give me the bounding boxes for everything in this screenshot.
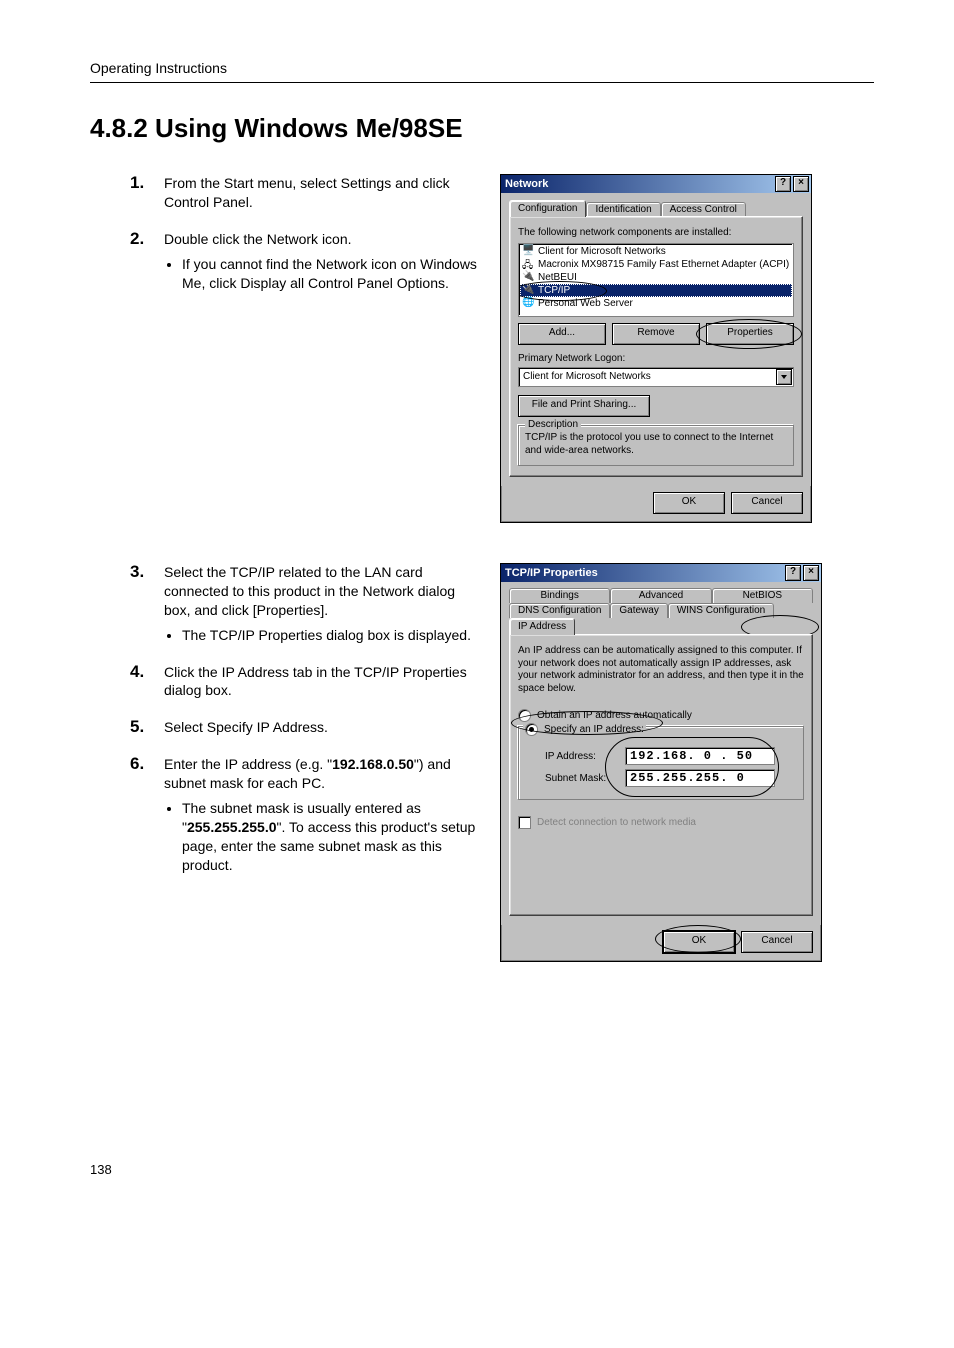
step-text: Select Specify IP Address. xyxy=(164,719,328,735)
cancel-button[interactable]: Cancel xyxy=(741,931,813,953)
page-header: Operating Instructions xyxy=(90,60,874,83)
tcpip-titlebar: TCP/IP Properties ? × xyxy=(501,564,821,582)
components-prompt: The following network components are ins… xyxy=(518,227,794,240)
list-item-selected: 🔌TCP/IP xyxy=(520,284,792,297)
step-number: 3. xyxy=(130,561,144,584)
help-button[interactable]: ? xyxy=(785,565,801,581)
protocol-icon: 🔌 xyxy=(522,284,534,296)
tcpip-tabs: Bindings Advanced NetBIOS DNS Configurat… xyxy=(509,588,813,635)
step-number: 5. xyxy=(130,716,144,739)
step-bullets: The TCP/IP Properties dialog box is disp… xyxy=(182,626,480,645)
network-tabs: Configuration Identification Access Cont… xyxy=(509,199,803,217)
bullet-item: The TCP/IP Properties dialog box is disp… xyxy=(182,626,480,645)
step-item: 5. Select Specify IP Address. xyxy=(130,718,480,737)
tab-identification[interactable]: Identification xyxy=(586,202,660,217)
step-number: 6. xyxy=(130,753,144,776)
annotation-ip-fields-oval xyxy=(605,737,779,797)
close-button[interactable]: × xyxy=(793,176,809,192)
page-number: 138 xyxy=(90,1162,874,1177)
components-listbox[interactable]: 🖥️Client for Microsoft Networks 🖧Macroni… xyxy=(518,243,794,317)
checkbox-icon xyxy=(518,816,531,829)
list-item: 🔌NetBEUI xyxy=(520,271,792,284)
network-title: Network xyxy=(505,178,773,190)
step-number: 2. xyxy=(130,228,144,251)
file-print-sharing-button[interactable]: File and Print Sharing... xyxy=(518,395,650,417)
properties-button[interactable]: Properties xyxy=(706,323,794,345)
step-item: 4. Click the IP Address tab in the TCP/IP… xyxy=(130,663,480,701)
tab-bindings[interactable]: Bindings xyxy=(509,588,610,603)
section-heading: 4.8.2 Using Windows Me/98SE xyxy=(90,113,874,144)
step-text: From the Start menu, select Settings and… xyxy=(164,175,450,210)
tcpip-title: TCP/IP Properties xyxy=(505,567,783,579)
description-group: Description TCP/IP is the protocol you u… xyxy=(518,425,794,466)
description-label: Description xyxy=(525,419,581,430)
steps-list-a: 1. From the Start menu, select Settings a… xyxy=(130,174,480,292)
radio-specify[interactable]: Specify an IP address: xyxy=(523,723,646,736)
add-button[interactable]: Add... xyxy=(518,323,606,345)
cancel-button[interactable]: Cancel xyxy=(731,492,803,514)
step-number: 1. xyxy=(130,172,144,195)
description-text: TCP/IP is the protocol you use to connec… xyxy=(525,432,787,457)
tab-dns[interactable]: DNS Configuration xyxy=(509,603,610,618)
subnet-mask-label: Subnet Mask: xyxy=(545,773,615,784)
tab-advanced[interactable]: Advanced xyxy=(610,588,711,603)
network-dialog: Network ? × Configuration Identification… xyxy=(500,174,812,523)
tcpip-dialog: TCP/IP Properties ? × Bindings Advanced … xyxy=(500,563,822,962)
remove-button[interactable]: Remove xyxy=(612,323,700,345)
instructions-block-2: 3. Select the TCP/IP related to the LAN c… xyxy=(90,563,874,962)
steps-list-b: 3. Select the TCP/IP related to the LAN c… xyxy=(130,563,480,875)
tab-wins[interactable]: WINS Configuration xyxy=(668,603,774,618)
primary-logon-dropdown[interactable]: Client for Microsoft Networks xyxy=(518,367,794,387)
running-head: Operating Instructions xyxy=(90,60,227,76)
step-text: Select the TCP/IP related to the LAN car… xyxy=(164,564,455,618)
ok-button[interactable]: OK xyxy=(653,492,725,514)
service-icon: 🌐 xyxy=(522,297,534,309)
list-item: 🖧Macronix MX98715 Family Fast Ethernet A… xyxy=(520,258,792,271)
document-page: Operating Instructions 4.8.2 Using Windo… xyxy=(0,0,954,1237)
list-item: 🌐Personal Web Server xyxy=(520,297,792,310)
step-item: 6. Enter the IP address (e.g. "192.168.0.… xyxy=(130,755,480,874)
tab-netbios[interactable]: NetBIOS xyxy=(712,588,813,603)
ip-address-field[interactable]: 192.168. 0 . 50 xyxy=(625,747,775,765)
step-item: 1. From the Start menu, select Settings a… xyxy=(130,174,480,212)
radio-obtain-auto[interactable]: Obtain an IP address automatically xyxy=(518,709,804,722)
protocol-icon: 🔌 xyxy=(522,271,534,283)
bullet-item: If you cannot find the Network icon on W… xyxy=(182,255,480,293)
primary-logon-value: Client for Microsoft Networks xyxy=(523,369,651,385)
step-text: Enter the IP address (e.g. "192.168.0.50… xyxy=(164,756,451,791)
client-icon: 🖥️ xyxy=(522,245,534,257)
tab-access-control[interactable]: Access Control xyxy=(661,202,746,217)
tab-gateway[interactable]: Gateway xyxy=(610,603,667,618)
step-number: 4. xyxy=(130,661,144,684)
step-text: Click the IP Address tab in the TCP/IP P… xyxy=(164,664,467,699)
radio-icon xyxy=(518,709,531,722)
instructions-block-1: 1. From the Start menu, select Settings a… xyxy=(90,174,874,523)
close-button[interactable]: × xyxy=(803,565,819,581)
tab-configuration[interactable]: Configuration xyxy=(509,200,586,217)
primary-logon-label: Primary Network Logon: xyxy=(518,353,794,366)
detect-connection-checkbox: Detect connection to network media xyxy=(518,816,804,829)
adapter-icon: 🖧 xyxy=(522,258,534,270)
specify-group: Specify an IP address: IP Address: 192.1… xyxy=(518,726,804,800)
list-item: 🖥️Client for Microsoft Networks xyxy=(520,245,792,258)
step-item: 3. Select the TCP/IP related to the LAN c… xyxy=(130,563,480,645)
bullet-item: The subnet mask is usually entered as "2… xyxy=(182,799,480,875)
step-bullets: The subnet mask is usually entered as "2… xyxy=(182,799,480,875)
step-bullets: If you cannot find the Network icon on W… xyxy=(182,255,480,293)
help-button[interactable]: ? xyxy=(775,176,791,192)
step-item: 2. Double click the Network icon. If you c… xyxy=(130,230,480,293)
ok-button[interactable]: OK xyxy=(663,931,735,953)
tab-ip-address[interactable]: IP Address xyxy=(509,618,575,635)
dropdown-caret-icon xyxy=(776,369,792,385)
ip-address-label: IP Address: xyxy=(545,751,615,762)
tcpip-info-text: An IP address can be automatically assig… xyxy=(518,645,804,695)
radio-icon xyxy=(525,723,538,736)
step-text: Double click the Network icon. xyxy=(164,231,352,247)
network-titlebar: Network ? × xyxy=(501,175,811,193)
subnet-mask-field[interactable]: 255.255.255. 0 xyxy=(625,769,775,787)
